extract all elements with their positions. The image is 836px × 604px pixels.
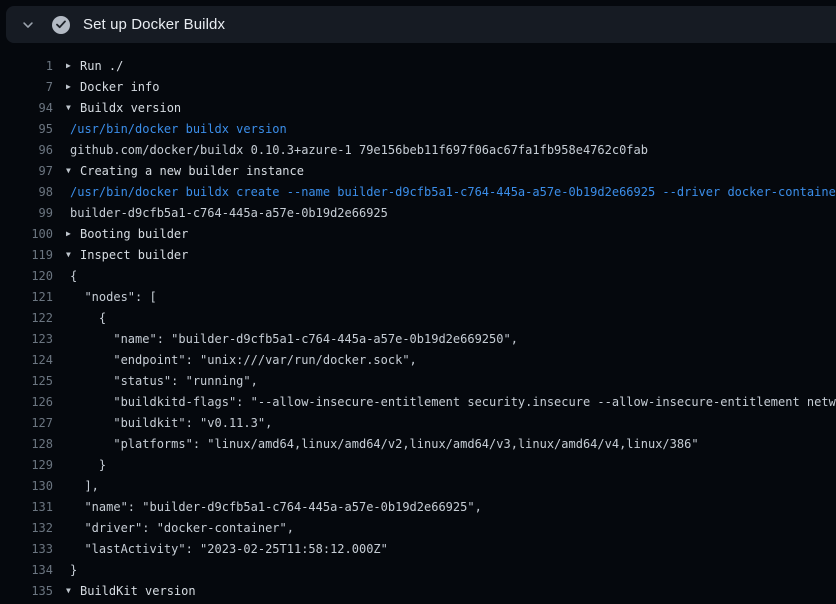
log-line-group[interactable]: 97 ▼Creating a new builder instance xyxy=(0,160,836,181)
line-number[interactable]: 125 xyxy=(0,374,53,388)
output-text: github.com/docker/buildx 0.10.3+azure-1 … xyxy=(66,143,648,157)
log-line-output: 96 github.com/docker/buildx 0.10.3+azure-… xyxy=(0,139,836,160)
output-text: { xyxy=(66,311,106,325)
log-line-output: 127 "buildkit": "v0.11.3", xyxy=(0,412,836,433)
line-number[interactable]: 1 xyxy=(0,59,53,73)
output-text: "lastActivity": "2023-02-25T11:58:12.000… xyxy=(66,542,388,556)
log-line-command: 95/usr/bin/docker buildx version xyxy=(0,118,836,139)
output-text: } xyxy=(66,563,77,577)
line-number[interactable]: 127 xyxy=(0,416,53,430)
line-number[interactable]: 98 xyxy=(0,185,53,199)
log-line-output: 120 { xyxy=(0,265,836,286)
command-text: /usr/bin/docker buildx version xyxy=(66,122,287,136)
output-text: "driver": "docker-container", xyxy=(66,521,294,535)
log-line-output: 133 "lastActivity": "2023-02-25T11:58:12… xyxy=(0,538,836,559)
log-line-output: 134} xyxy=(0,559,836,580)
line-number[interactable]: 122 xyxy=(0,311,53,325)
line-number[interactable]: 130 xyxy=(0,479,53,493)
log-line-output: 130 ], xyxy=(0,475,836,496)
group-title: Booting builder xyxy=(80,227,188,241)
log-line-output: 124 "endpoint": "unix:///var/run/docker.… xyxy=(0,349,836,370)
line-number[interactable]: 129 xyxy=(0,458,53,472)
log-line-group[interactable]: 100 ▶Booting builder xyxy=(0,223,836,244)
group-expanded-icon[interactable]: ▼ xyxy=(66,167,80,175)
output-text: ], xyxy=(66,479,99,493)
line-number[interactable]: 120 xyxy=(0,269,53,283)
line-number[interactable]: 97 xyxy=(0,164,53,178)
line-number[interactable]: 135 xyxy=(0,584,53,598)
line-number[interactable]: 123 xyxy=(0,332,53,346)
group-collapsed-icon[interactable]: ▶ xyxy=(66,83,80,91)
log-line-output: 131 "name": "builder-d9cfb5a1-c764-445a-… xyxy=(0,496,836,517)
log-line-output: 122 { xyxy=(0,307,836,328)
line-number[interactable]: 128 xyxy=(0,437,53,451)
group-title: Buildx version xyxy=(80,101,181,115)
line-number[interactable]: 96 xyxy=(0,143,53,157)
log-line-group[interactable]: 94 ▼Buildx version xyxy=(0,97,836,118)
group-title: Run ./ xyxy=(80,59,123,73)
log-line-output: 99 builder-d9cfb5a1-c764-445a-a57e-0b19d2… xyxy=(0,202,836,223)
log-line-command: 98/usr/bin/docker buildx create --name b… xyxy=(0,181,836,202)
group-title: Docker info xyxy=(80,80,159,94)
group-expanded-icon[interactable]: ▼ xyxy=(66,104,80,112)
log-line-output: 128 "platforms": "linux/amd64,linux/amd6… xyxy=(0,433,836,454)
line-number[interactable]: 94 xyxy=(0,101,53,115)
chevron-down-icon[interactable] xyxy=(20,17,36,33)
line-number[interactable]: 121 xyxy=(0,290,53,304)
log-line-group[interactable]: 1 ▶Run ./ xyxy=(0,55,836,76)
log-line-output: 129 } xyxy=(0,454,836,475)
log-line-output: 126 "buildkitd-flags": "--allow-insecure… xyxy=(0,391,836,412)
line-number[interactable]: 133 xyxy=(0,542,53,556)
line-number[interactable]: 7 xyxy=(0,80,53,94)
status-check-icon xyxy=(52,16,70,34)
log-line-output: 123 "name": "builder-d9cfb5a1-c764-445a-… xyxy=(0,328,836,349)
line-number[interactable]: 99 xyxy=(0,206,53,220)
line-number[interactable]: 100 xyxy=(0,227,53,241)
group-collapsed-icon[interactable]: ▶ xyxy=(66,62,80,70)
line-number[interactable]: 134 xyxy=(0,563,53,577)
log-line-group[interactable]: 135 ▼BuildKit version xyxy=(0,580,836,601)
line-number[interactable]: 124 xyxy=(0,353,53,367)
group-collapsed-icon[interactable]: ▶ xyxy=(66,230,80,238)
output-text: "endpoint": "unix:///var/run/docker.sock… xyxy=(66,353,417,367)
line-number[interactable]: 95 xyxy=(0,122,53,136)
group-title: Inspect builder xyxy=(80,248,188,262)
output-text: "name": "builder-d9cfb5a1-c764-445a-a57e… xyxy=(66,332,518,346)
output-text: "buildkitd-flags": "--allow-insecure-ent… xyxy=(66,395,836,409)
output-text: "name": "builder-d9cfb5a1-c764-445a-a57e… xyxy=(66,500,482,514)
log-line-output: 125 "status": "running", xyxy=(0,370,836,391)
output-text: builder-d9cfb5a1-c764-445a-a57e-0b19d2e6… xyxy=(66,206,388,220)
step-title: Set up Docker Buildx xyxy=(83,16,225,33)
command-text: /usr/bin/docker buildx create --name bui… xyxy=(66,185,836,199)
log-line-output: 132 "driver": "docker-container", xyxy=(0,517,836,538)
group-expanded-icon[interactable]: ▼ xyxy=(66,587,80,595)
log-line-output: 121 "nodes": [ xyxy=(0,286,836,307)
output-text: "platforms": "linux/amd64,linux/amd64/v2… xyxy=(66,437,699,451)
output-text: } xyxy=(66,458,106,472)
line-number[interactable]: 119 xyxy=(0,248,53,262)
log-line-group[interactable]: 119 ▼Inspect builder xyxy=(0,244,836,265)
group-expanded-icon[interactable]: ▼ xyxy=(66,251,80,259)
line-number[interactable]: 126 xyxy=(0,395,53,409)
output-text: "status": "running", xyxy=(66,374,258,388)
output-text: { xyxy=(66,269,77,283)
group-title: BuildKit version xyxy=(80,584,196,598)
line-number[interactable]: 131 xyxy=(0,500,53,514)
log-line-group[interactable]: 7 ▶Docker info xyxy=(0,76,836,97)
step-header[interactable]: Set up Docker Buildx xyxy=(6,6,836,43)
line-number[interactable]: 132 xyxy=(0,521,53,535)
log-viewer: 1▶Run ./7▶Docker info94▼Buildx version95… xyxy=(0,43,836,604)
output-text: "buildkit": "v0.11.3", xyxy=(66,416,272,430)
output-text: "nodes": [ xyxy=(66,290,157,304)
group-title: Creating a new builder instance xyxy=(80,164,304,178)
